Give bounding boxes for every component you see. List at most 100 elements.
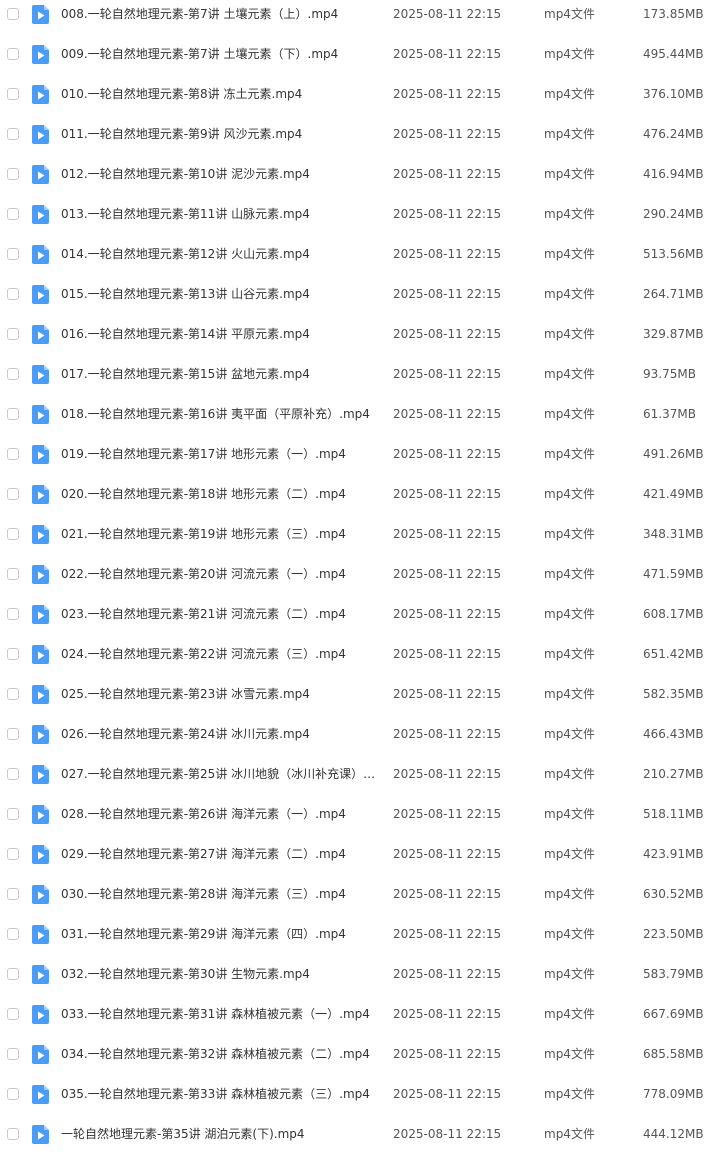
file-name[interactable]: 014.一轮自然地理元素-第12讲 火山元素.mp4 <box>61 245 376 263</box>
row-checkbox[interactable] <box>7 728 19 740</box>
file-row[interactable]: 030.一轮自然地理元素-第28讲 海洋元素（三）.mp4 2025-08-11… <box>0 874 705 914</box>
row-checkbox[interactable] <box>7 448 19 460</box>
file-row[interactable]: 020.一轮自然地理元素-第18讲 地形元素（二）.mp4 2025-08-11… <box>0 474 705 514</box>
file-name[interactable]: 018.一轮自然地理元素-第16讲 夷平面（平原补充）.mp4 <box>61 405 376 423</box>
file-row[interactable]: 016.一轮自然地理元素-第14讲 平原元素.mp4 2025-08-11 22… <box>0 314 705 354</box>
row-checkbox[interactable] <box>7 288 19 300</box>
video-file-icon <box>32 365 49 384</box>
file-row[interactable]: 013.一轮自然地理元素-第11讲 山脉元素.mp4 2025-08-11 22… <box>0 194 705 234</box>
file-name[interactable]: 010.一轮自然地理元素-第8讲 冻土元素.mp4 <box>61 85 376 103</box>
file-name[interactable]: 013.一轮自然地理元素-第11讲 山脉元素.mp4 <box>61 205 376 223</box>
file-name[interactable]: 019.一轮自然地理元素-第17讲 地形元素（一）.mp4 <box>61 445 376 463</box>
file-name[interactable]: 022.一轮自然地理元素-第20讲 河流元素（一）.mp4 <box>61 565 376 583</box>
row-checkbox[interactable] <box>7 1048 19 1060</box>
file-row[interactable]: 032.一轮自然地理元素-第30讲 生物元素.mp4 2025-08-11 22… <box>0 954 705 994</box>
file-modified-date: 2025-08-11 22:15 <box>393 407 502 421</box>
file-row[interactable]: 031.一轮自然地理元素-第29讲 海洋元素（四）.mp4 2025-08-11… <box>0 914 705 954</box>
row-checkbox[interactable] <box>7 888 19 900</box>
row-checkbox[interactable] <box>7 128 19 140</box>
file-row[interactable]: 028.一轮自然地理元素-第26讲 海洋元素（一）.mp4 2025-08-11… <box>0 794 705 834</box>
file-row[interactable]: 015.一轮自然地理元素-第13讲 山谷元素.mp4 2025-08-11 22… <box>0 274 705 314</box>
file-row[interactable]: 035.一轮自然地理元素-第33讲 森林植被元素（三）.mp4 2025-08-… <box>0 1074 705 1114</box>
row-checkbox[interactable] <box>7 368 19 380</box>
file-name[interactable]: 026.一轮自然地理元素-第24讲 冰川元素.mp4 <box>61 725 376 743</box>
file-row[interactable]: 008.一轮自然地理元素-第7讲 土壤元素（上）.mp4 2025-08-11 … <box>0 0 705 34</box>
row-checkbox[interactable] <box>7 648 19 660</box>
file-row[interactable]: 012.一轮自然地理元素-第10讲 泥沙元素.mp4 2025-08-11 22… <box>0 154 705 194</box>
file-row[interactable]: 033.一轮自然地理元素-第31讲 森林植被元素（一）.mp4 2025-08-… <box>0 994 705 1034</box>
file-name[interactable]: 031.一轮自然地理元素-第29讲 海洋元素（四）.mp4 <box>61 925 376 943</box>
file-name[interactable]: 一轮自然地理元素-第35讲 湖泊元素(下).mp4 <box>61 1125 376 1143</box>
file-row[interactable]: 018.一轮自然地理元素-第16讲 夷平面（平原补充）.mp4 2025-08-… <box>0 394 705 434</box>
row-checkbox[interactable] <box>7 8 19 20</box>
row-checkbox[interactable] <box>7 408 19 420</box>
file-modified-date: 2025-08-11 22:15 <box>393 847 502 861</box>
file-name[interactable]: 012.一轮自然地理元素-第10讲 泥沙元素.mp4 <box>61 165 376 183</box>
file-name[interactable]: 034.一轮自然地理元素-第32讲 森林植被元素（二）.mp4 <box>61 1045 376 1063</box>
video-file-icon <box>32 565 49 584</box>
row-checkbox[interactable] <box>7 88 19 100</box>
row-checkbox[interactable] <box>7 688 19 700</box>
file-name[interactable]: 009.一轮自然地理元素-第7讲 土壤元素（下）.mp4 <box>61 45 376 63</box>
file-name[interactable]: 015.一轮自然地理元素-第13讲 山谷元素.mp4 <box>61 285 376 303</box>
file-name[interactable]: 021.一轮自然地理元素-第19讲 地形元素（三）.mp4 <box>61 525 376 543</box>
file-type: mp4文件 <box>544 407 595 421</box>
file-name[interactable]: 035.一轮自然地理元素-第33讲 森林植被元素（三）.mp4 <box>61 1085 376 1103</box>
file-row[interactable]: 034.一轮自然地理元素-第32讲 森林植被元素（二）.mp4 2025-08-… <box>0 1034 705 1074</box>
file-modified-date: 2025-08-11 22:15 <box>393 87 502 101</box>
row-checkbox[interactable] <box>7 488 19 500</box>
file-name[interactable]: 032.一轮自然地理元素-第30讲 生物元素.mp4 <box>61 965 376 983</box>
file-name[interactable]: 030.一轮自然地理元素-第28讲 海洋元素（三）.mp4 <box>61 885 376 903</box>
file-name[interactable]: 024.一轮自然地理元素-第22讲 河流元素（三）.mp4 <box>61 645 376 663</box>
row-checkbox[interactable] <box>7 248 19 260</box>
file-row[interactable]: 017.一轮自然地理元素-第15讲 盆地元素.mp4 2025-08-11 22… <box>0 354 705 394</box>
file-row[interactable]: 009.一轮自然地理元素-第7讲 土壤元素（下）.mp4 2025-08-11 … <box>0 34 705 74</box>
file-name[interactable]: 027.一轮自然地理元素-第25讲 冰川地貌（冰川补充课）.... <box>61 765 376 783</box>
row-checkbox[interactable] <box>7 48 19 60</box>
file-row[interactable]: 019.一轮自然地理元素-第17讲 地形元素（一）.mp4 2025-08-11… <box>0 434 705 474</box>
file-row[interactable]: 022.一轮自然地理元素-第20讲 河流元素（一）.mp4 2025-08-11… <box>0 554 705 594</box>
file-size: 778.09MB <box>643 1087 704 1101</box>
file-size: 630.52MB <box>643 887 704 901</box>
row-checkbox[interactable] <box>7 768 19 780</box>
row-checkbox[interactable] <box>7 968 19 980</box>
file-name[interactable]: 029.一轮自然地理元素-第27讲 海洋元素（二）.mp4 <box>61 845 376 863</box>
file-name[interactable]: 020.一轮自然地理元素-第18讲 地形元素（二）.mp4 <box>61 485 376 503</box>
file-name[interactable]: 008.一轮自然地理元素-第7讲 土壤元素（上）.mp4 <box>61 5 376 23</box>
row-checkbox[interactable] <box>7 808 19 820</box>
file-row[interactable]: 029.一轮自然地理元素-第27讲 海洋元素（二）.mp4 2025-08-11… <box>0 834 705 874</box>
file-size: 348.31MB <box>643 527 704 541</box>
file-modified-date: 2025-08-11 22:15 <box>393 887 502 901</box>
file-name[interactable]: 033.一轮自然地理元素-第31讲 森林植被元素（一）.mp4 <box>61 1005 376 1023</box>
row-checkbox[interactable] <box>7 1008 19 1020</box>
file-modified-date: 2025-08-11 22:15 <box>393 1007 502 1021</box>
file-name[interactable]: 023.一轮自然地理元素-第21讲 河流元素（二）.mp4 <box>61 605 376 623</box>
file-name[interactable]: 011.一轮自然地理元素-第9讲 风沙元素.mp4 <box>61 125 376 143</box>
row-checkbox[interactable] <box>7 1128 19 1140</box>
file-row[interactable]: 011.一轮自然地理元素-第9讲 风沙元素.mp4 2025-08-11 22:… <box>0 114 705 154</box>
file-name[interactable]: 028.一轮自然地理元素-第26讲 海洋元素（一）.mp4 <box>61 805 376 823</box>
file-row[interactable]: 026.一轮自然地理元素-第24讲 冰川元素.mp4 2025-08-11 22… <box>0 714 705 754</box>
file-name[interactable]: 025.一轮自然地理元素-第23讲 冰雪元素.mp4 <box>61 685 376 703</box>
file-name[interactable]: 016.一轮自然地理元素-第14讲 平原元素.mp4 <box>61 325 376 343</box>
file-type: mp4文件 <box>544 1047 595 1061</box>
file-row[interactable]: 014.一轮自然地理元素-第12讲 火山元素.mp4 2025-08-11 22… <box>0 234 705 274</box>
row-checkbox[interactable] <box>7 328 19 340</box>
row-checkbox[interactable] <box>7 848 19 860</box>
file-row[interactable]: 023.一轮自然地理元素-第21讲 河流元素（二）.mp4 2025-08-11… <box>0 594 705 634</box>
file-row[interactable]: 021.一轮自然地理元素-第19讲 地形元素（三）.mp4 2025-08-11… <box>0 514 705 554</box>
file-row[interactable]: 010.一轮自然地理元素-第8讲 冻土元素.mp4 2025-08-11 22:… <box>0 74 705 114</box>
file-name[interactable]: 017.一轮自然地理元素-第15讲 盆地元素.mp4 <box>61 365 376 383</box>
file-row[interactable]: 025.一轮自然地理元素-第23讲 冰雪元素.mp4 2025-08-11 22… <box>0 674 705 714</box>
file-row[interactable]: 024.一轮自然地理元素-第22讲 河流元素（三）.mp4 2025-08-11… <box>0 634 705 674</box>
row-checkbox[interactable] <box>7 928 19 940</box>
row-checkbox[interactable] <box>7 1088 19 1100</box>
file-row[interactable]: 027.一轮自然地理元素-第25讲 冰川地貌（冰川补充课）.... 2025-0… <box>0 754 705 794</box>
video-file-icon <box>32 725 49 744</box>
row-checkbox[interactable] <box>7 168 19 180</box>
file-row[interactable]: 一轮自然地理元素-第35讲 湖泊元素(下).mp4 2025-08-11 22:… <box>0 1114 705 1154</box>
row-checkbox[interactable] <box>7 608 19 620</box>
row-checkbox[interactable] <box>7 208 19 220</box>
row-checkbox[interactable] <box>7 568 19 580</box>
row-checkbox[interactable] <box>7 528 19 540</box>
